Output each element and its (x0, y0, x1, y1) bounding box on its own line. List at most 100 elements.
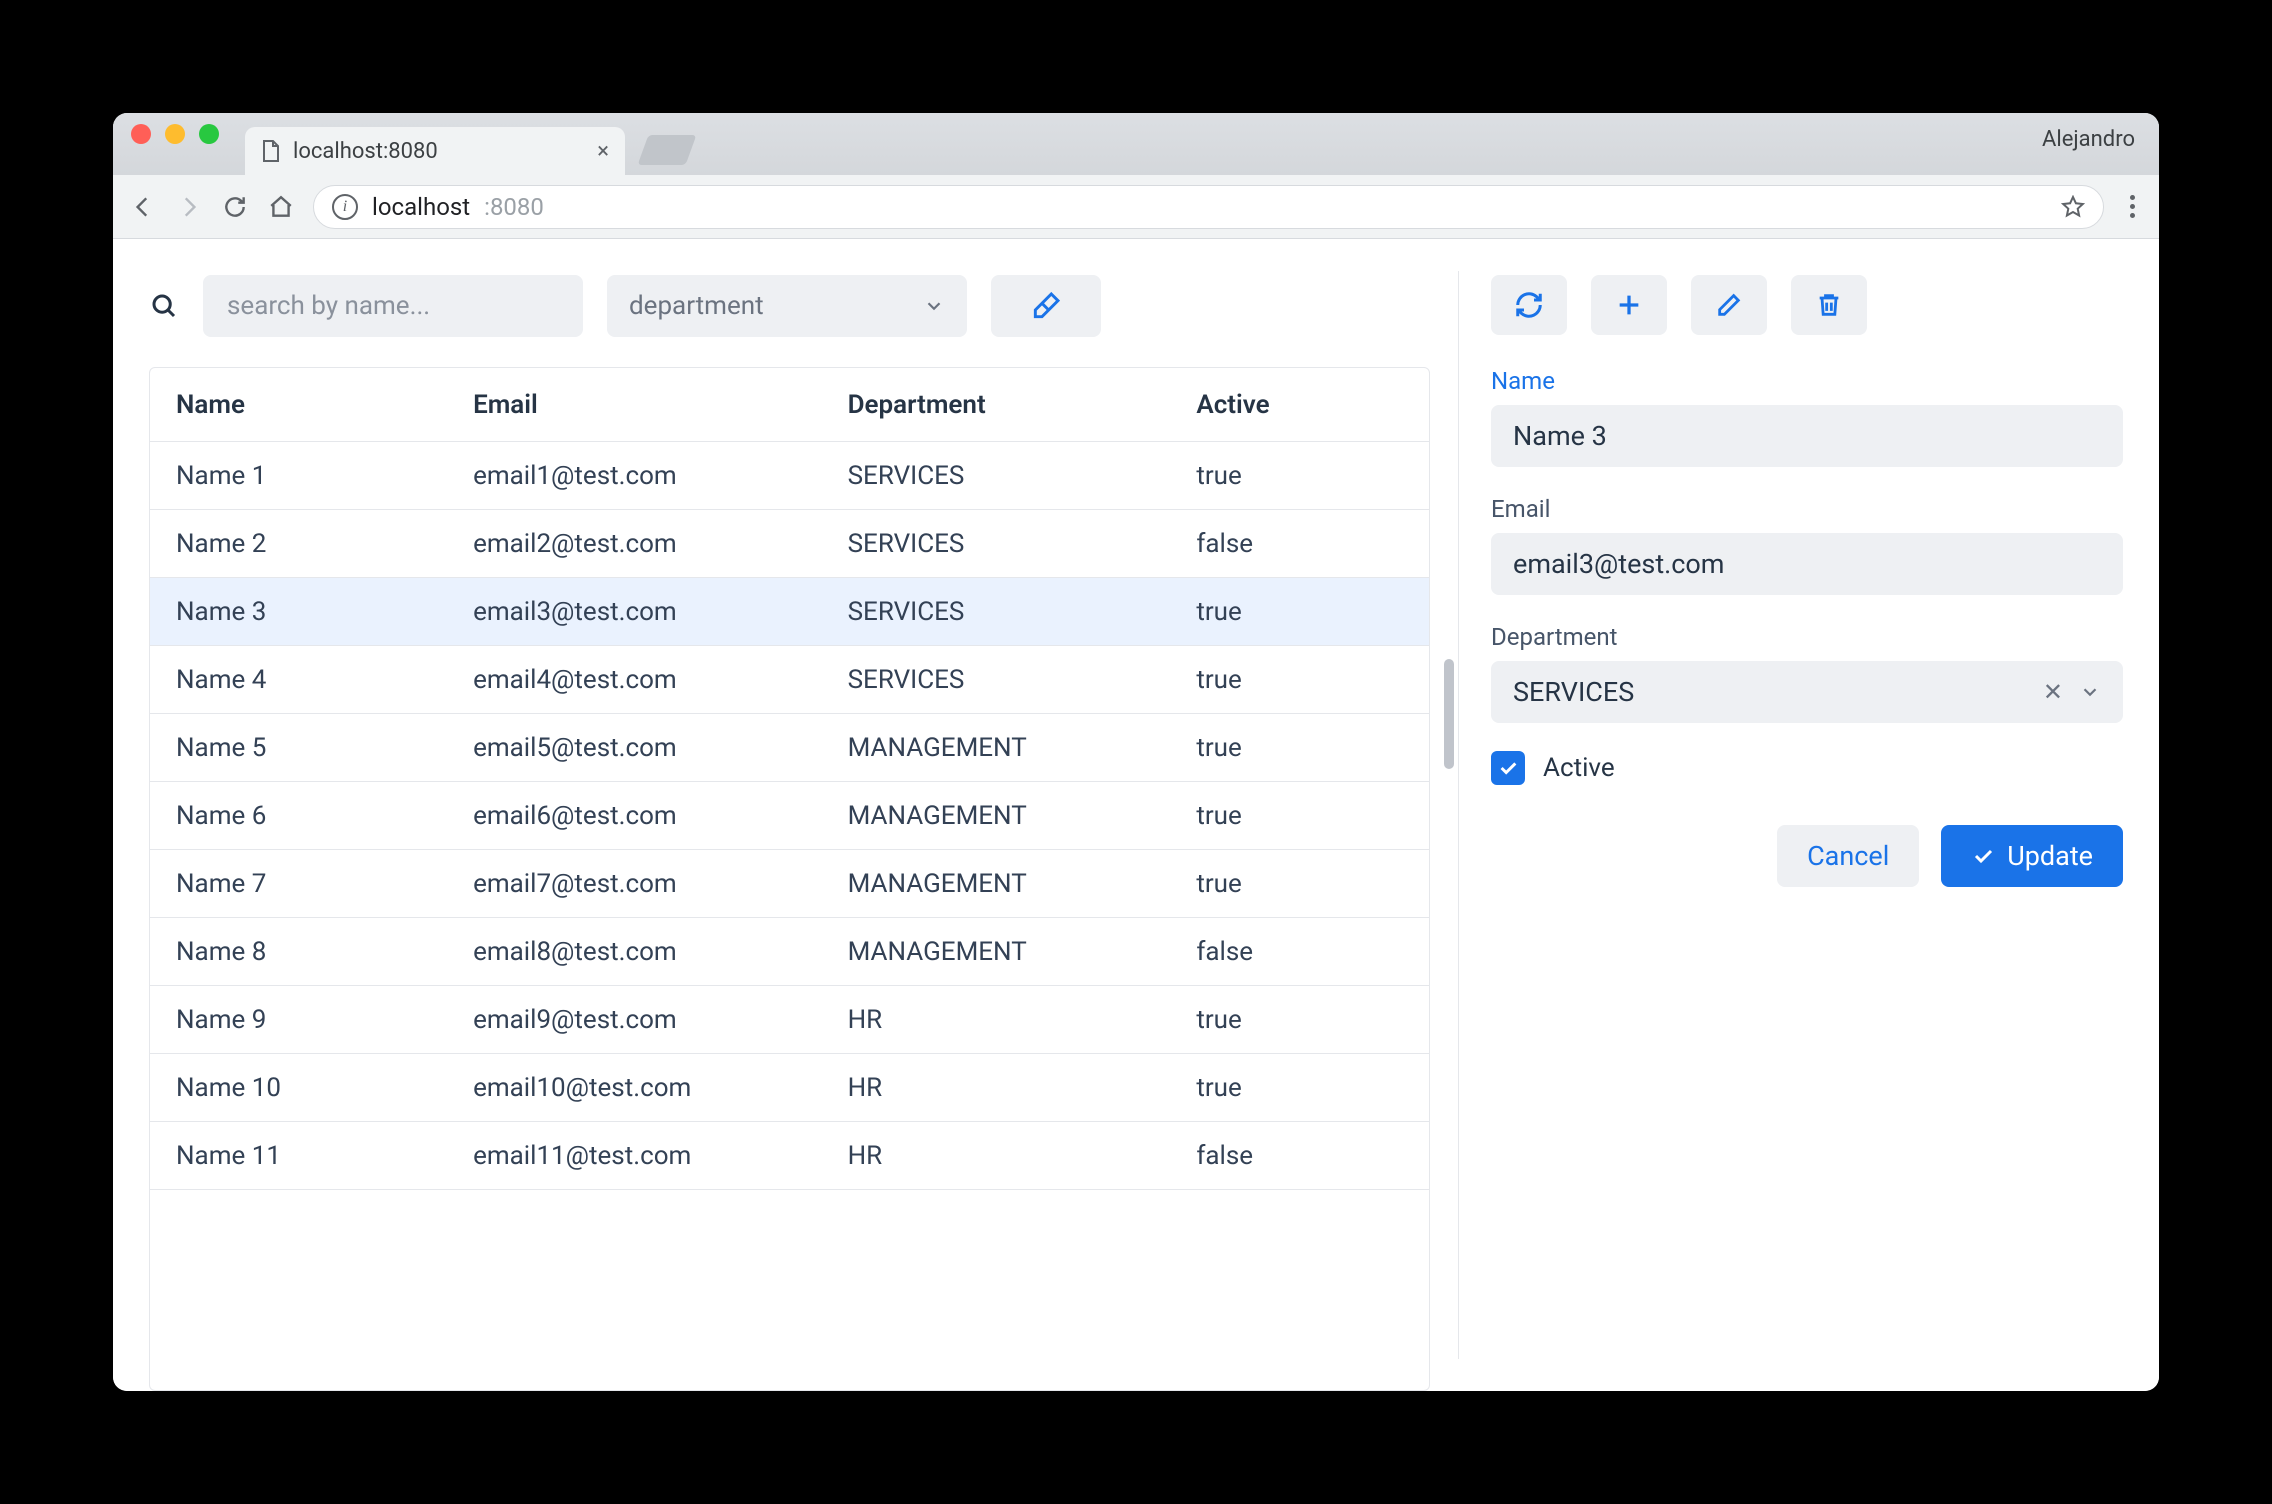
app-content: department Name Email Department Active (113, 239, 2159, 1391)
scrollbar-thumb[interactable] (1444, 659, 1454, 769)
refresh-button[interactable] (1491, 275, 1567, 335)
page-icon (261, 139, 281, 163)
cell-department: SERVICES (848, 461, 1197, 491)
update-button[interactable]: Update (1941, 825, 2123, 887)
cell-active: true (1196, 1073, 1403, 1103)
table-row[interactable]: Name 11email11@test.comHRfalse (150, 1122, 1429, 1190)
eraser-icon (1030, 290, 1062, 322)
back-button[interactable] (129, 193, 157, 221)
department-select[interactable]: SERVICES ✕ (1491, 661, 2123, 723)
reload-button[interactable] (221, 193, 249, 221)
cell-email: email4@test.com (473, 665, 848, 695)
cell-department: HR (848, 1005, 1197, 1035)
cell-email: email1@test.com (473, 461, 848, 491)
tab-title: localhost:8080 (293, 139, 438, 164)
table-row[interactable]: Name 8email8@test.comMANAGEMENTfalse (150, 918, 1429, 986)
refresh-icon (1514, 290, 1544, 320)
cell-department: MANAGEMENT (848, 801, 1197, 831)
cell-department: MANAGEMENT (848, 937, 1197, 967)
profile-name[interactable]: Alejandro (2042, 127, 2135, 152)
table-row[interactable]: Name 7email7@test.comMANAGEMENTtrue (150, 850, 1429, 918)
cell-name: Name 3 (176, 597, 473, 627)
close-window-button[interactable] (131, 124, 151, 144)
cell-name: Name 6 (176, 801, 473, 831)
url-port: :8080 (484, 193, 544, 221)
cell-name: Name 11 (176, 1141, 473, 1171)
cell-email: email8@test.com (473, 937, 848, 967)
clear-filters-button[interactable] (991, 275, 1101, 337)
search-input-wrapper (203, 275, 583, 337)
edit-button[interactable] (1691, 275, 1767, 335)
cell-active: false (1196, 1141, 1403, 1171)
email-value: email3@test.com (1513, 548, 1724, 580)
forward-button[interactable] (175, 193, 203, 221)
department-filter-select[interactable]: department (607, 275, 967, 337)
home-button[interactable] (267, 193, 295, 221)
browser-toolbar: i localhost :8080 (113, 175, 2159, 239)
cell-active: false (1196, 529, 1403, 559)
close-tab-icon[interactable]: × (597, 139, 609, 164)
table-row[interactable]: Name 5email5@test.comMANAGEMENTtrue (150, 714, 1429, 782)
window-controls (131, 113, 219, 175)
name-value: Name 3 (1513, 420, 1607, 452)
email-label: Email (1491, 495, 2123, 523)
cell-department: SERVICES (848, 597, 1197, 627)
delete-button[interactable] (1791, 275, 1867, 335)
trash-icon (1815, 291, 1843, 319)
department-label: Department (1491, 623, 2123, 651)
bookmark-icon[interactable] (2061, 195, 2085, 219)
update-label: Update (2007, 840, 2093, 872)
table-row[interactable]: Name 3email3@test.comSERVICEStrue (150, 578, 1429, 646)
active-checkbox-row: Active (1491, 751, 2123, 785)
browser-tabbar: localhost:8080 × Alejandro (113, 113, 2159, 175)
clear-select-icon[interactable]: ✕ (2043, 678, 2063, 706)
col-header-name[interactable]: Name (176, 390, 473, 420)
table-row[interactable]: Name 1email1@test.comSERVICEStrue (150, 442, 1429, 510)
detail-panel: Name Name 3 Email email3@test.com Depart… (1459, 239, 2159, 1391)
search-input[interactable] (225, 290, 561, 322)
address-bar[interactable]: i localhost :8080 (313, 185, 2104, 229)
add-button[interactable] (1591, 275, 1667, 335)
table-row[interactable]: Name 4email4@test.comSERVICEStrue (150, 646, 1429, 714)
cell-email: email10@test.com (473, 1073, 848, 1103)
cell-name: Name 7 (176, 869, 473, 899)
minimize-window-button[interactable] (165, 124, 185, 144)
new-tab-button[interactable] (638, 135, 697, 165)
cell-name: Name 1 (176, 461, 473, 491)
cell-email: email3@test.com (473, 597, 848, 627)
browser-menu-button[interactable] (2122, 195, 2143, 218)
cell-email: email9@test.com (473, 1005, 848, 1035)
url-host: localhost (372, 193, 470, 221)
table-row[interactable]: Name 10email10@test.comHRtrue (150, 1054, 1429, 1122)
col-header-active[interactable]: Active (1196, 390, 1403, 420)
list-panel: department Name Email Department Active (113, 239, 1458, 1391)
col-header-department[interactable]: Department (848, 390, 1197, 420)
cell-department: MANAGEMENT (848, 869, 1197, 899)
check-icon (1971, 844, 1995, 868)
browser-tab[interactable]: localhost:8080 × (245, 127, 625, 175)
name-field[interactable]: Name 3 (1491, 405, 2123, 467)
site-info-icon[interactable]: i (332, 194, 358, 220)
chevron-down-icon (2079, 681, 2101, 703)
cancel-button[interactable]: Cancel (1777, 825, 1919, 887)
table-row[interactable]: Name 9email9@test.comHRtrue (150, 986, 1429, 1054)
chevron-down-icon (923, 295, 945, 317)
maximize-window-button[interactable] (199, 124, 219, 144)
table-body: Name 1email1@test.comSERVICEStrueName 2e… (150, 442, 1429, 1390)
table-header: Name Email Department Active (150, 368, 1429, 442)
action-bar (1491, 275, 2123, 335)
data-table: Name Email Department Active Name 1email… (149, 367, 1430, 1391)
cell-active: true (1196, 733, 1403, 763)
cell-active: true (1196, 665, 1403, 695)
table-row[interactable]: Name 2email2@test.comSERVICESfalse (150, 510, 1429, 578)
department-filter-label: department (629, 291, 764, 321)
col-header-email[interactable]: Email (473, 390, 848, 420)
table-row[interactable]: Name 6email6@test.comMANAGEMENTtrue (150, 782, 1429, 850)
cell-active: true (1196, 1005, 1403, 1035)
pencil-icon (1715, 291, 1743, 319)
cell-department: SERVICES (848, 665, 1197, 695)
cell-active: true (1196, 597, 1403, 627)
email-field[interactable]: email3@test.com (1491, 533, 2123, 595)
cell-name: Name 9 (176, 1005, 473, 1035)
active-checkbox[interactable] (1491, 751, 1525, 785)
